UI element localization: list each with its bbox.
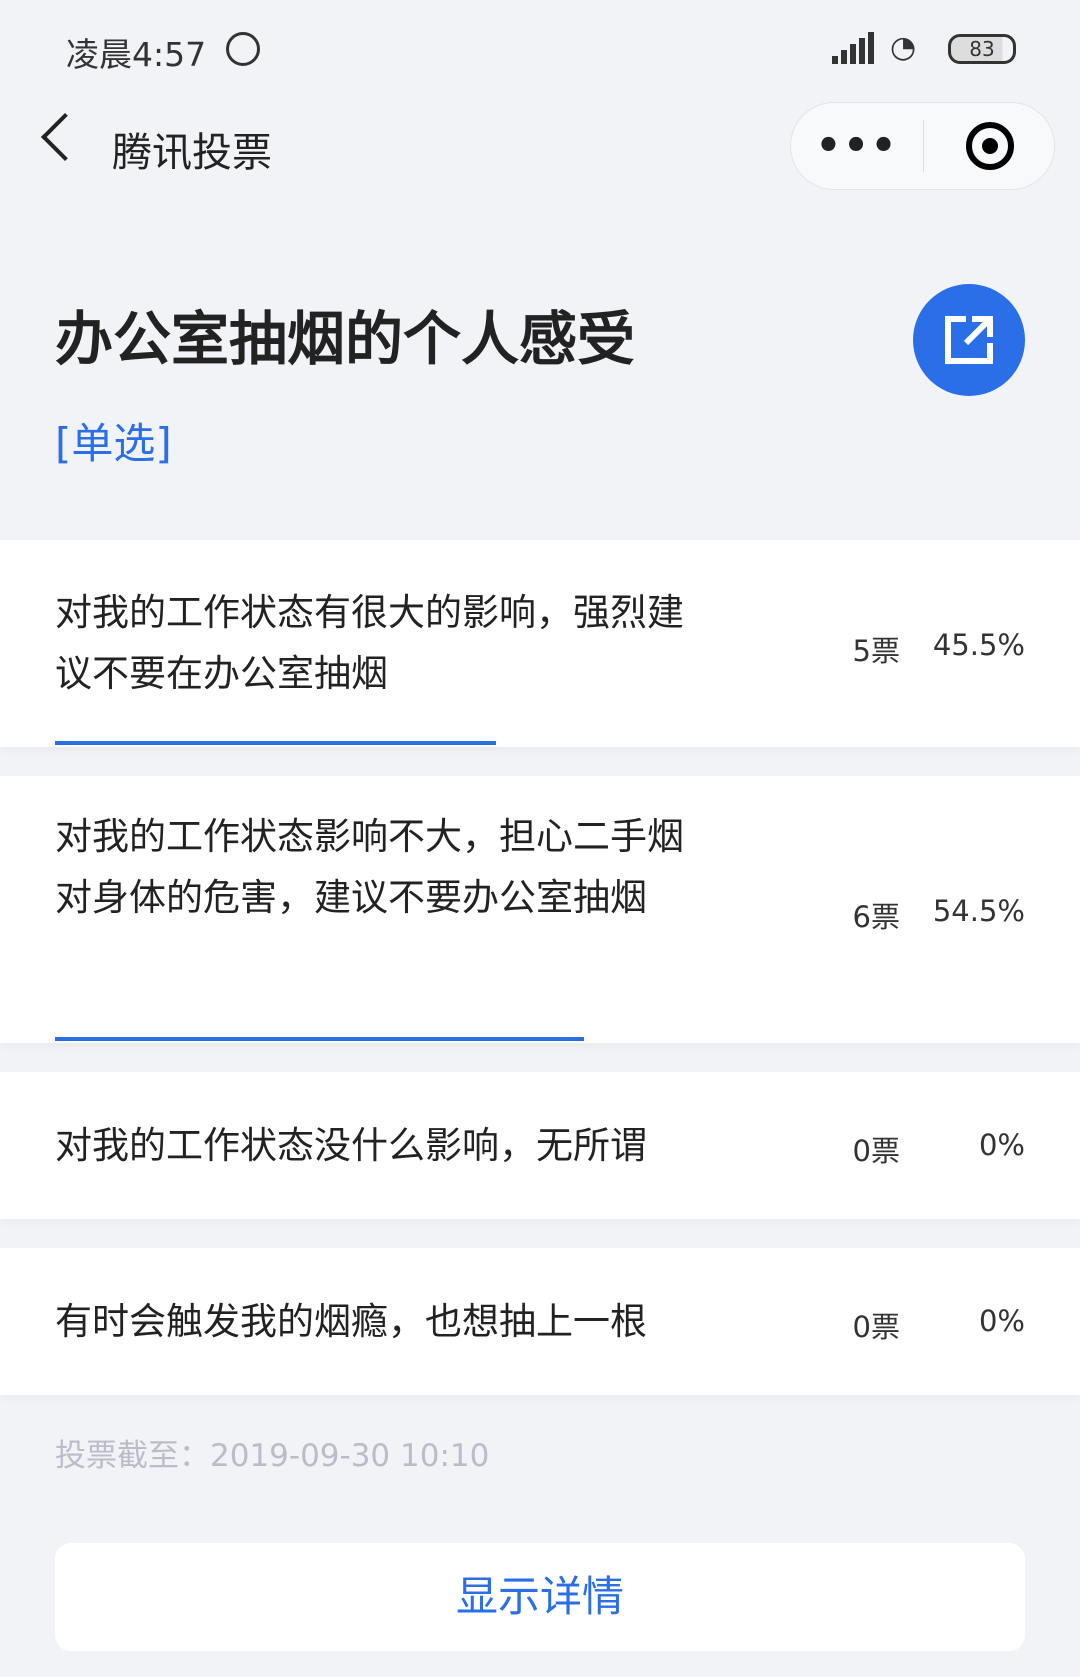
close-target-button[interactable] xyxy=(966,122,1014,170)
status-time: 凌晨4:57 xyxy=(66,35,207,74)
nav-title: 腾讯投票 xyxy=(112,130,272,176)
alarm-icon xyxy=(226,32,260,66)
option-row[interactable]: 对我的工作状态影响不大，担心二手烟对身体的危害，建议不要办公室抽烟 6票 54.… xyxy=(0,776,1080,1043)
capsule-menu: ••• xyxy=(790,102,1055,190)
option-row[interactable]: 对我的工作状态有很大的影响，强烈建议不要在办公室抽烟 5票 45.5% xyxy=(0,540,1080,747)
show-details-button[interactable]: 显示详情 xyxy=(55,1543,1025,1651)
poll-type: [单选] xyxy=(55,419,172,468)
capsule-divider xyxy=(923,120,924,172)
share-button[interactable] xyxy=(913,284,1025,396)
poll-title: 办公室抽烟的个人感受 xyxy=(55,305,636,373)
option-votes: 0票 xyxy=(852,1310,900,1344)
signal-icon xyxy=(832,32,874,64)
option-percent: 45.5% xyxy=(932,628,1025,662)
option-row[interactable]: 对我的工作状态没什么影响，无所谓 0票 0% xyxy=(0,1072,1080,1219)
deadline-text: 投票截至：2019-09-30 10:10 xyxy=(55,1438,490,1474)
option-text: 有时会触发我的烟瘾，也想抽上一根 xyxy=(55,1300,647,1343)
target-icon xyxy=(982,138,998,154)
option-votes: 0票 xyxy=(852,1134,900,1168)
more-button[interactable]: ••• xyxy=(791,126,923,166)
option-text: 对我的工作状态影响不大，担心二手烟对身体的危害，建议不要办公室抽烟 xyxy=(55,815,684,919)
option-text: 对我的工作状态有很大的影响，强烈建议不要在办公室抽烟 xyxy=(55,591,684,695)
progress-bar xyxy=(55,1037,584,1041)
battery-icon: 83 xyxy=(948,34,1016,64)
progress-bar xyxy=(55,741,496,745)
wifi-icon: ◔ xyxy=(890,30,917,65)
option-votes: 5票 xyxy=(852,634,900,668)
option-percent: 54.5% xyxy=(932,894,1025,928)
option-percent: 0% xyxy=(978,1128,1025,1162)
option-row[interactable]: 有时会触发我的烟瘾，也想抽上一根 0票 0% xyxy=(0,1248,1080,1395)
option-percent: 0% xyxy=(978,1304,1025,1338)
share-icon xyxy=(945,316,993,364)
option-votes: 6票 xyxy=(852,900,900,934)
option-text: 对我的工作状态没什么影响，无所谓 xyxy=(55,1124,647,1167)
back-icon[interactable] xyxy=(40,112,90,162)
